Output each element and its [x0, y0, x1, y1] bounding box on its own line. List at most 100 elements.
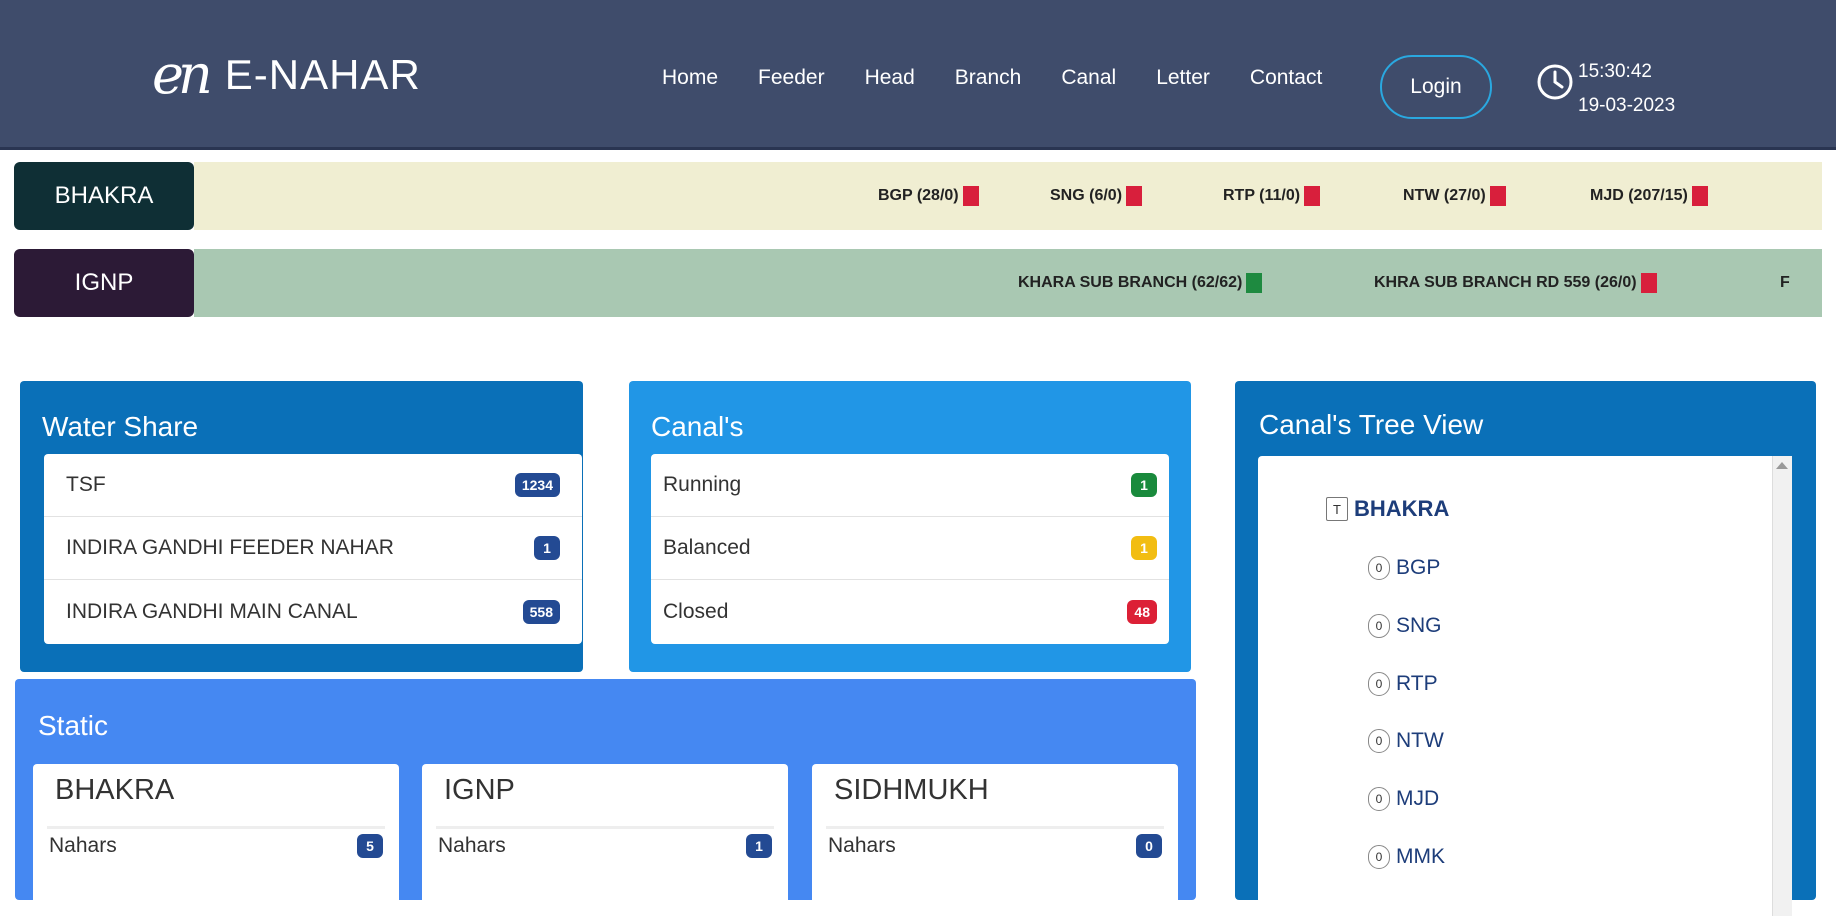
- ticker-bhakra: BHAKRA BGP (28/0) SNG (6/0) RTP (11/0) N…: [14, 162, 1822, 230]
- panel-title: Water Share: [42, 411, 199, 442]
- red-flag-icon: [1489, 186, 1506, 206]
- login-button[interactable]: Login: [1380, 55, 1492, 119]
- static-card-sidhmukh[interactable]: SIDHMUKH Nahars 0: [812, 764, 1178, 914]
- ticker-item-label: BGP (28/0): [878, 187, 959, 204]
- red-flag-icon: [1691, 186, 1708, 206]
- list-item[interactable]: TSF 1234: [44, 454, 582, 517]
- count-badge: 1234: [514, 473, 560, 497]
- ticker-item[interactable]: KHARA SUB BRANCH (62/62): [1018, 273, 1263, 293]
- logo-text: E-NAHAR: [224, 51, 421, 98]
- site-logo[interactable]: en E-NAHAR: [152, 48, 421, 102]
- nav-letter[interactable]: Letter: [1156, 66, 1210, 90]
- card-row: Nahars 0: [828, 834, 1162, 858]
- tree-node-label: SNG: [1396, 614, 1442, 637]
- tree-node-mjd[interactable]: 0 MJD: [1368, 787, 1439, 811]
- green-flag-icon: [1246, 273, 1263, 293]
- tree-node-label: BHAKRA: [1354, 496, 1450, 521]
- tree-node-rtp[interactable]: 0 RTP: [1368, 672, 1438, 696]
- tree-node-label: MJD: [1396, 787, 1440, 810]
- count-badge: 1: [534, 536, 560, 560]
- ticker-item-label: MJD (207/15): [1590, 187, 1688, 204]
- nav-branch[interactable]: Branch: [955, 66, 1022, 90]
- tree-radio-icon: 0: [1368, 614, 1390, 638]
- tree-radio-icon: 0: [1368, 787, 1390, 811]
- card-row-label: Nahars: [438, 834, 506, 857]
- tree-node-bhakra[interactable]: T BHAKRA: [1326, 496, 1449, 522]
- count-badge: 0: [1136, 834, 1162, 858]
- list-item-label: TSF: [66, 473, 106, 496]
- tree-node-label: NTW: [1396, 729, 1444, 752]
- ticker-tag-bhakra[interactable]: BHAKRA: [14, 162, 194, 230]
- panel-title: Static: [38, 710, 109, 741]
- ticker-item[interactable]: KHRA SUB BRANCH RD 559 (26/0): [1374, 273, 1657, 293]
- ticker-item-label: NTW (27/0): [1403, 187, 1486, 204]
- tree-node-ntw[interactable]: 0 NTW: [1368, 729, 1444, 753]
- list-item-label: Closed: [663, 599, 729, 623]
- ticker-item[interactable]: RTP (11/0): [1223, 186, 1321, 206]
- ticker-tag-ignp[interactable]: IGNP: [14, 249, 194, 317]
- logo-mark: en: [152, 43, 213, 106]
- canals-list: Running 1 Balanced 1 Closed 48: [651, 454, 1169, 644]
- tree-node-label: MMK: [1396, 845, 1445, 868]
- nav-feeder[interactable]: Feeder: [758, 66, 825, 90]
- current-time: 15:30:42: [1578, 61, 1652, 82]
- list-item-label: Balanced: [663, 536, 751, 559]
- red-flag-icon: [1640, 273, 1657, 293]
- datetime-display: 15:30:42 19-03-2023: [1578, 55, 1675, 123]
- static-card-ignp[interactable]: IGNP Nahars 1: [422, 764, 788, 914]
- count-badge: 558: [522, 599, 560, 624]
- ticker-item-label: F: [1780, 274, 1790, 291]
- tree-radio-icon: 0: [1368, 729, 1390, 753]
- nav-contact[interactable]: Contact: [1250, 66, 1322, 90]
- list-item[interactable]: INDIRA GANDHI MAIN CANAL 558: [44, 580, 582, 643]
- red-flag-icon: [1304, 186, 1321, 206]
- ticker-item[interactable]: SNG (6/0): [1050, 186, 1143, 206]
- nav-head[interactable]: Head: [865, 66, 915, 90]
- ticker-item[interactable]: MJD (207/15): [1590, 186, 1708, 206]
- ticker-item[interactable]: NTW (27/0): [1403, 186, 1506, 206]
- tree-node-label: BGP: [1396, 556, 1441, 579]
- ticker-ignp: IGNP KHARA SUB BRANCH (62/62) KHRA SUB B…: [14, 249, 1822, 317]
- balanced-count-badge: 1: [1131, 536, 1157, 560]
- list-item[interactable]: Running 1: [651, 454, 1169, 517]
- static-card-bhakra[interactable]: BHAKRA Nahars 5: [33, 764, 399, 914]
- list-item[interactable]: INDIRA GANDHI FEEDER NAHAR 1: [44, 517, 582, 580]
- card-title: BHAKRA: [55, 774, 175, 806]
- tree-scrollbar[interactable]: [1772, 456, 1792, 916]
- top-header: en E-NAHAR Home Feeder Head Branch Canal…: [0, 0, 1836, 150]
- closed-count-badge: 48: [1127, 599, 1157, 624]
- tree-radio-icon: 0: [1368, 845, 1390, 869]
- scroll-up-arrow-icon[interactable]: [1776, 462, 1788, 469]
- ticker-item-label: KHRA SUB BRANCH RD 559 (26/0): [1374, 274, 1637, 291]
- tree-view[interactable]: T BHAKRA 0 BGP 0 SNG 0 RTP 0 NTW 0 MJD 0…: [1258, 456, 1792, 916]
- card-row-label: Nahars: [828, 834, 896, 857]
- divider: [436, 826, 774, 829]
- tree-radio-icon: 0: [1368, 556, 1390, 580]
- nav-home[interactable]: Home: [662, 66, 718, 90]
- list-item[interactable]: Closed 48: [651, 580, 1169, 643]
- card-title: IGNP: [444, 774, 515, 806]
- count-badge: 5: [357, 834, 383, 858]
- ticker-item[interactable]: F: [1780, 274, 1790, 292]
- card-title: SIDHMUKH: [834, 774, 989, 806]
- tree-node-mmk[interactable]: 0 MMK: [1368, 845, 1445, 869]
- tree-node-sng[interactable]: 0 SNG: [1368, 614, 1442, 638]
- clock-icon: [1537, 64, 1573, 100]
- list-item[interactable]: Balanced 1: [651, 517, 1169, 580]
- ticker-track-bhakra: BGP (28/0) SNG (6/0) RTP (11/0) NTW (27/…: [194, 162, 1822, 230]
- tree-radio-icon: 0: [1368, 672, 1390, 696]
- ticker-item-label: SNG (6/0): [1050, 187, 1123, 204]
- nav-canal[interactable]: Canal: [1061, 66, 1116, 90]
- card-row: Nahars 5: [49, 834, 383, 858]
- card-row: Nahars 1: [438, 834, 772, 858]
- main-nav: Home Feeder Head Branch Canal Letter Con…: [662, 66, 1362, 90]
- list-item-label: Running: [663, 473, 742, 496]
- divider: [826, 826, 1164, 829]
- ticker-item-label: RTP (11/0): [1223, 187, 1301, 204]
- list-item-label: INDIRA GANDHI MAIN CANAL: [66, 599, 358, 623]
- water-share-panel: Water Share TSF 1234 INDIRA GANDHI FEEDE…: [20, 381, 583, 672]
- tree-node-bgp[interactable]: 0 BGP: [1368, 556, 1440, 580]
- ticker-item[interactable]: BGP (28/0): [878, 186, 979, 206]
- panel-title: Canal's: [651, 411, 744, 442]
- tree-toggle-icon[interactable]: T: [1326, 497, 1348, 521]
